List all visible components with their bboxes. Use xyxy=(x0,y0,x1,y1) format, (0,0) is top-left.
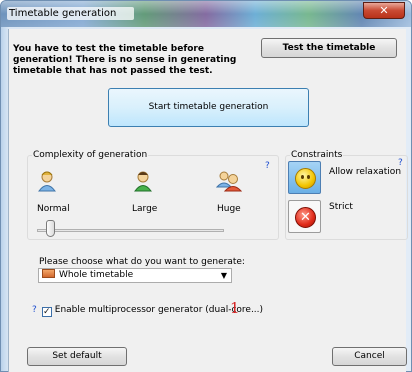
complexity-normal-label: Normal xyxy=(37,204,70,214)
complexity-slider-track[interactable] xyxy=(37,229,224,232)
constraints-group-label: Constraints xyxy=(290,150,344,160)
close-button[interactable]: ✕ xyxy=(363,2,405,19)
title-bar[interactable]: Timetable generation xyxy=(1,1,411,27)
test-warning-text: You have to test the timetable before ge… xyxy=(13,44,237,76)
person-single-icon[interactable] xyxy=(37,170,57,196)
complexity-group-label: Complexity of generation xyxy=(32,150,149,160)
test-timetable-button[interactable]: Test the timetable xyxy=(261,38,397,58)
complexity-help-icon[interactable]: ? xyxy=(265,161,270,171)
complexity-large-label: Large xyxy=(132,204,158,214)
allow-relaxation-label: Allow relaxation xyxy=(329,167,402,177)
window-title: Timetable generation xyxy=(7,7,135,20)
annotation-marker: 1 xyxy=(230,299,240,317)
smiley-icon xyxy=(295,168,316,189)
start-generation-button[interactable]: Start timetable generation xyxy=(108,88,309,127)
strict-label: Strict xyxy=(329,202,353,212)
people-group-icon[interactable] xyxy=(215,170,243,196)
complexity-slider-thumb[interactable] xyxy=(46,220,55,237)
multiprocessor-checkbox[interactable]: ✓ xyxy=(41,307,52,317)
allow-relaxation-button[interactable] xyxy=(288,161,321,194)
stop-icon: ✕ xyxy=(295,207,316,228)
generate-choice-label: Please choose what do you want to genera… xyxy=(39,257,245,267)
generate-selected-value: Whole timetable xyxy=(59,270,134,280)
complexity-group: Complexity of generation xyxy=(27,150,279,240)
complexity-huge-label: Huge xyxy=(217,204,241,214)
generate-combobox[interactable]: Whole timetable ▼ xyxy=(38,268,232,283)
timetable-icon xyxy=(42,269,55,278)
close-icon: ✕ xyxy=(379,4,389,17)
set-default-button[interactable]: Set default xyxy=(27,347,127,366)
person-green-icon[interactable] xyxy=(133,170,153,196)
strict-button[interactable]: ✕ xyxy=(288,200,321,233)
cancel-button[interactable]: Cancel xyxy=(332,347,407,366)
multiprocessor-row: ? ✓ Enable multiprocessor generator (dual-… xyxy=(32,305,263,317)
chevron-down-icon[interactable]: ▼ xyxy=(221,269,227,282)
multiprocessor-help-icon[interactable]: ? xyxy=(32,305,37,315)
